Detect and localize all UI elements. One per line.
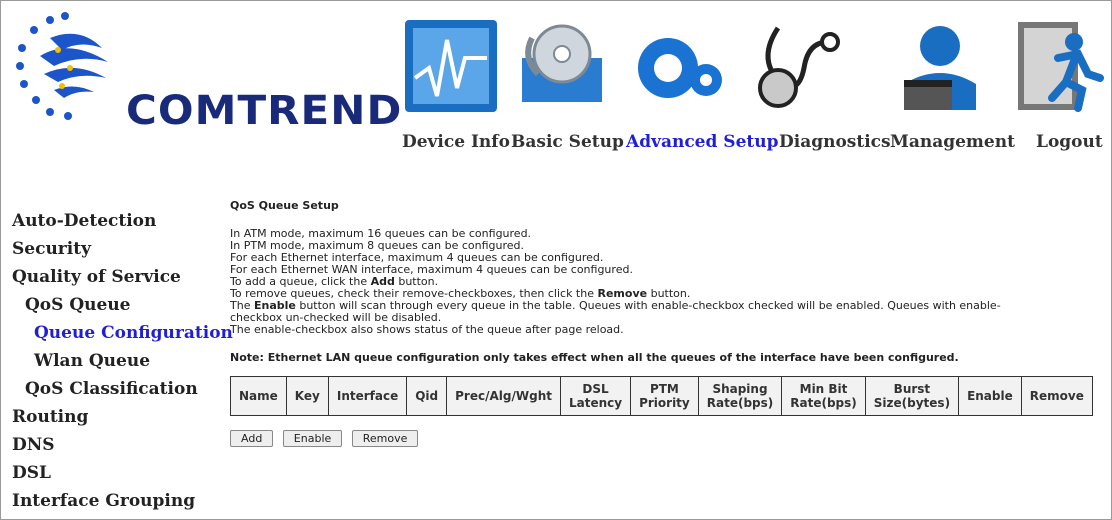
col-burst-size: Burst Size(bytes) (864, 376, 960, 416)
col-label: Key (294, 389, 320, 403)
monitor-chart-icon (405, 20, 497, 112)
queue-table: Name Key Interface Qid Prec/Alg/Wght DSL… (230, 376, 1093, 416)
sidebar-item-routing[interactable]: Routing (12, 403, 222, 431)
col-name: Name (230, 376, 287, 416)
col-label: Rate(bps) (706, 396, 774, 410)
table-header-row: Name Key Interface Qid Prec/Alg/Wght DSL… (230, 376, 1093, 416)
col-shaping-rate: Shaping Rate(bps) (697, 376, 783, 416)
sidebar-item-queue-configuration[interactable]: Queue Configuration (12, 319, 233, 347)
col-prec-alg-wght: Prec/Alg/Wght (446, 376, 561, 416)
logo-swirl-icon (16, 12, 108, 120)
sidebar-item-qos-queue[interactable]: QoS Queue (12, 291, 222, 319)
col-label: Name (239, 389, 278, 403)
add-button[interactable]: Add (230, 430, 274, 447)
nav-basic-setup[interactable]: Basic Setup (511, 132, 624, 152)
stethoscope-icon (758, 26, 840, 108)
col-label: Priority (639, 396, 690, 410)
sidebar-item-security[interactable]: Security (12, 235, 222, 263)
col-label: Remove (1029, 389, 1084, 403)
sidebar-item-dns[interactable]: DNS (12, 431, 222, 459)
nav-device-info[interactable]: Device Info (402, 132, 510, 152)
sidebar-item-qos-classification[interactable]: QoS Classification (12, 375, 222, 403)
sidebar-item-quality-of-service[interactable]: Quality of Service (12, 263, 222, 291)
col-label: Shaping (712, 382, 768, 396)
col-label: PTM (649, 382, 679, 396)
sidebar-item-dsl[interactable]: DSL (12, 459, 222, 487)
header: COMTREND Device Info Basic Setup Advance… (0, 0, 1110, 180)
sidebar-item-wlan-queue[interactable]: Wlan Queue (12, 347, 222, 375)
col-ptm-priority: PTM Priority (630, 376, 699, 416)
nav-logout[interactable]: Logout (1036, 132, 1103, 152)
gears-icon (638, 38, 722, 98)
sidebar-item-interface-grouping[interactable]: Interface Grouping (12, 487, 222, 515)
col-label: Prec/Alg/Wght (455, 389, 552, 403)
col-enable: Enable (958, 376, 1022, 416)
col-interface: Interface (327, 376, 408, 416)
button-bar: Add Enable Remove (230, 430, 1100, 447)
col-label: Min Bit (799, 382, 848, 396)
main-content: QoS Queue Setup In ATM mode, maximum 16 … (230, 195, 1100, 447)
col-label: Rate(bps) (790, 396, 857, 410)
disc-setup-icon (522, 24, 602, 102)
col-key: Key (285, 376, 329, 416)
col-label: Interface (336, 389, 399, 403)
page-title: QoS Queue Setup (230, 199, 339, 212)
col-dsl-latency: DSL Latency (559, 376, 632, 416)
enable-button[interactable]: Enable (282, 430, 343, 447)
comtrend-logo: COMTREND (10, 8, 401, 148)
user-card-icon (904, 26, 976, 110)
col-label: Qid (415, 389, 439, 403)
sidebar: Auto-Detection Security Quality of Servi… (12, 207, 233, 515)
col-label: Burst (893, 382, 931, 396)
nav-management[interactable]: Management (890, 132, 1015, 152)
col-min-bit-rate: Min Bit Rate(bps) (781, 376, 866, 416)
sidebar-item-auto-detection[interactable]: Auto-Detection (12, 207, 222, 235)
col-remove: Remove (1020, 376, 1093, 416)
nav-advanced-setup[interactable]: Advanced Setup (626, 132, 779, 152)
col-qid: Qid (406, 376, 448, 416)
remove-button[interactable]: Remove (351, 430, 419, 447)
col-label: Latency (568, 396, 623, 410)
nav-diagnostics[interactable]: Diagnostics (779, 132, 891, 152)
col-label: Enable (967, 389, 1013, 403)
brand-name: COMTREND (126, 88, 403, 134)
ethernet-note: Note: Ethernet LAN queue configuration o… (230, 351, 959, 364)
status-instruction: The enable-checkbox also shows status of… (230, 323, 624, 336)
col-label: DSL (582, 382, 609, 396)
exit-runner-icon (1018, 22, 1104, 112)
col-label: Size(bytes) (873, 396, 951, 410)
